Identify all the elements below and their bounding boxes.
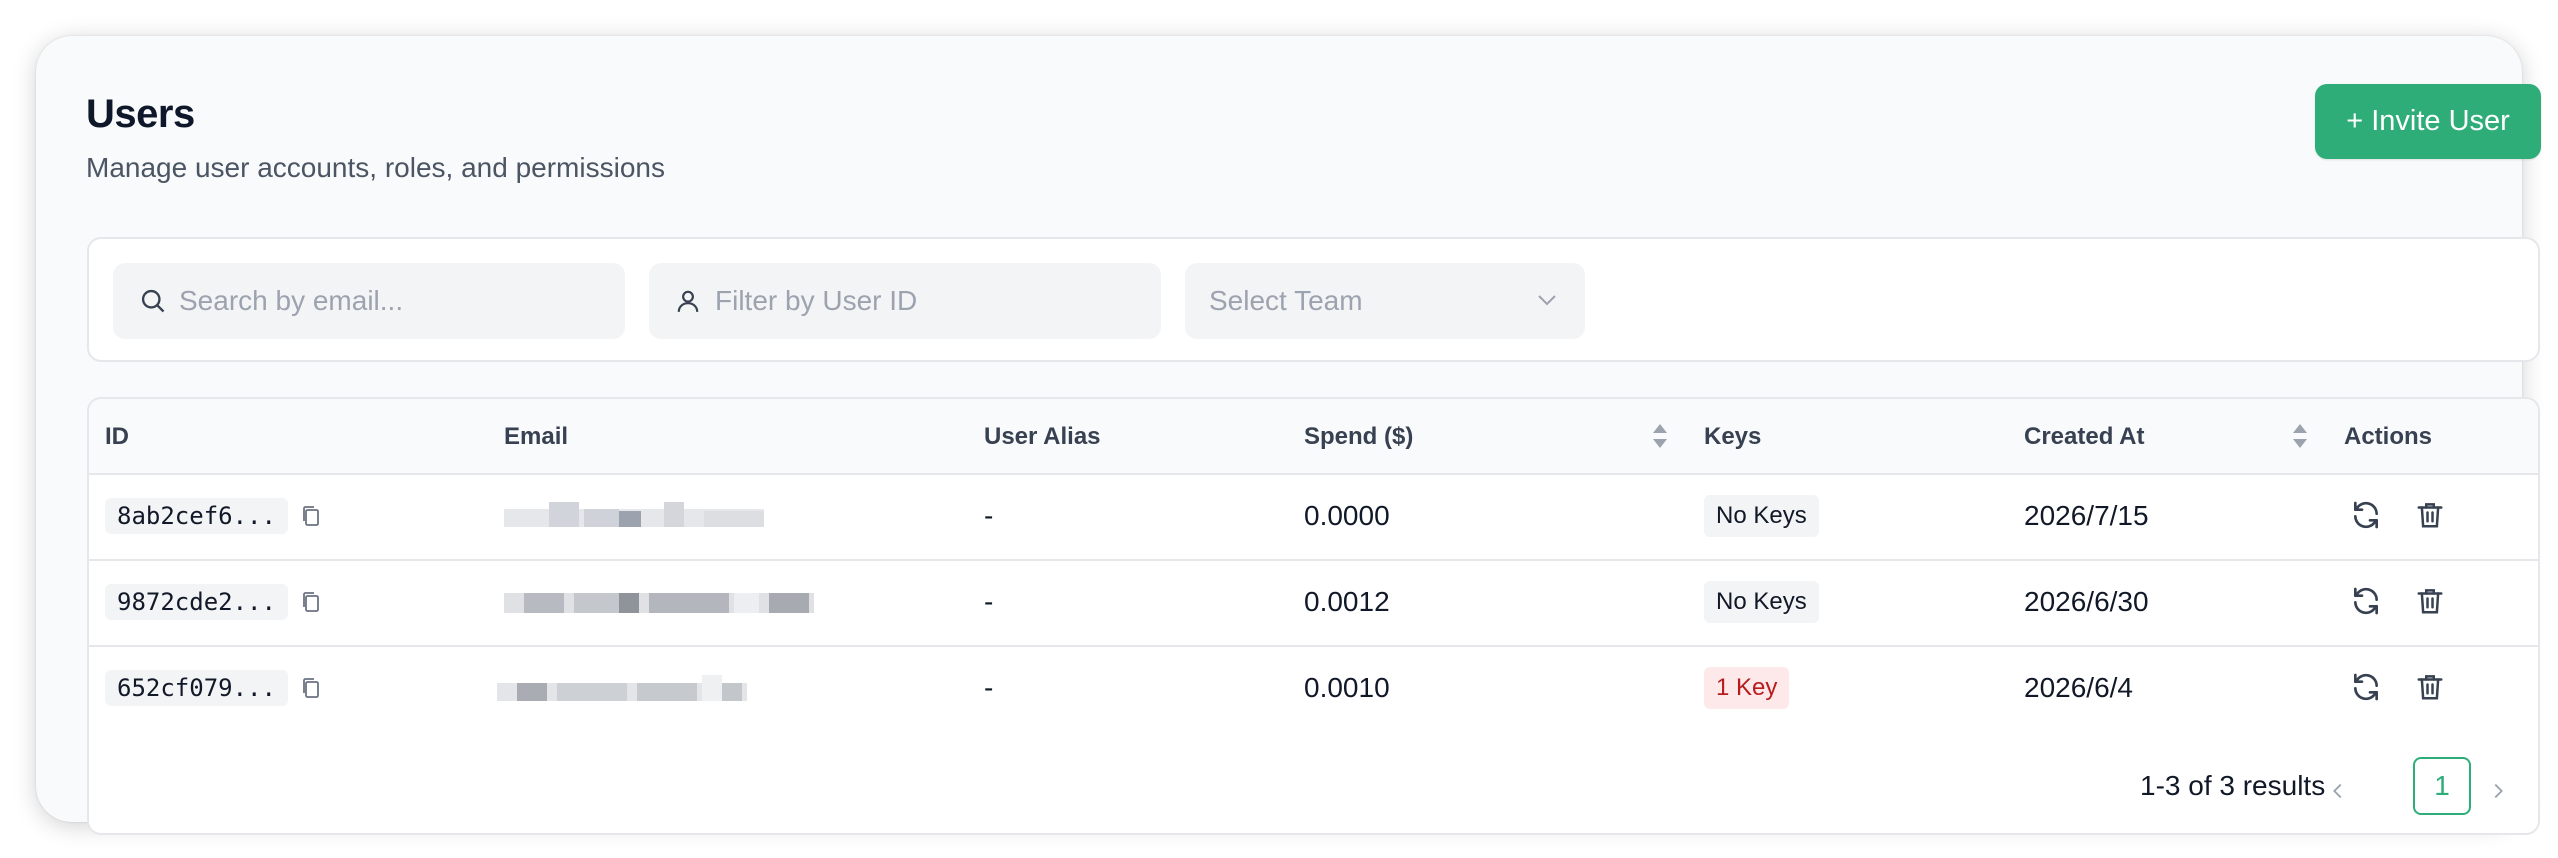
email-cell-redacted bbox=[504, 559, 814, 645]
trash-icon[interactable] bbox=[2412, 669, 2448, 705]
user-id-tag: 9872cde2... bbox=[105, 584, 288, 620]
team-select[interactable]: Select Team bbox=[1185, 263, 1585, 339]
keys-badge: No Keys bbox=[1704, 581, 1819, 623]
team-select-placeholder: Select Team bbox=[1209, 285, 1363, 316]
invite-user-button[interactable]: + Invite User bbox=[2315, 84, 2541, 159]
table-row: 652cf079... - 0.0010 1 Key 2026/6/4 bbox=[89, 645, 2538, 731]
column-header-actions: Actions bbox=[2344, 423, 2433, 450]
pagination-summary: 1-3 of 3 results bbox=[2140, 770, 2326, 801]
copy-icon[interactable] bbox=[300, 504, 322, 528]
column-header-id: ID bbox=[105, 423, 129, 450]
copy-icon[interactable] bbox=[300, 590, 322, 614]
user-icon bbox=[675, 286, 705, 316]
column-header-user-alias: User Alias bbox=[984, 423, 1101, 450]
page-title: Users bbox=[86, 92, 195, 136]
alias-cell: - bbox=[984, 672, 994, 703]
created-at-cell: 2026/7/15 bbox=[2024, 500, 2149, 531]
keys-badge: 1 Key bbox=[1704, 667, 1790, 709]
chevron-right-icon[interactable] bbox=[2483, 776, 2513, 806]
table-header: ID Email User Alias Spend ($) Keys Creat… bbox=[89, 399, 2538, 475]
page-1-button[interactable]: 1 bbox=[2413, 757, 2471, 815]
search-icon bbox=[139, 286, 169, 316]
refresh-icon[interactable] bbox=[2348, 669, 2384, 705]
email-cell-redacted bbox=[497, 645, 747, 731]
trash-icon[interactable] bbox=[2412, 583, 2448, 619]
users-panel: Users Manage user accounts, roles, and p… bbox=[36, 36, 2541, 835]
table-row: 8ab2cef6... - 0.0000 No Keys 2026/7/15 bbox=[89, 473, 2538, 561]
email-cell-redacted bbox=[504, 473, 764, 559]
sort-icon[interactable] bbox=[1650, 421, 1670, 456]
filter-bar: Search by email... Filter by User ID Sel… bbox=[87, 237, 2540, 362]
user-id-tag: 652cf079... bbox=[105, 670, 288, 706]
created-at-cell: 2026/6/30 bbox=[2024, 586, 2149, 617]
spend-cell: 0.0010 bbox=[1304, 672, 1390, 703]
page-subtitle: Manage user accounts, roles, and permiss… bbox=[86, 152, 665, 183]
column-header-created-at[interactable]: Created At bbox=[2024, 423, 2144, 451]
table-row: 9872cde2... - 0.0012 No Keys 2026/6/30 bbox=[89, 559, 2538, 647]
spend-cell: 0.0000 bbox=[1304, 500, 1390, 531]
column-header-keys: Keys bbox=[1704, 423, 1762, 450]
trash-icon[interactable] bbox=[2412, 497, 2448, 533]
created-at-cell: 2026/6/4 bbox=[2024, 672, 2133, 703]
column-header-email: Email bbox=[504, 423, 569, 450]
spend-cell: 0.0012 bbox=[1304, 586, 1390, 617]
user-id-placeholder: Filter by User ID bbox=[715, 285, 918, 316]
alias-cell: - bbox=[984, 586, 994, 617]
sort-icon[interactable] bbox=[2290, 421, 2310, 456]
keys-badge: No Keys bbox=[1704, 495, 1819, 537]
search-email-placeholder: Search by email... bbox=[179, 285, 404, 316]
chevron-left-icon[interactable] bbox=[2323, 776, 2353, 806]
user-id-tag: 8ab2cef6... bbox=[105, 498, 288, 534]
search-email-input[interactable]: Search by email... bbox=[113, 263, 625, 339]
chevron-down-icon bbox=[1535, 287, 1559, 319]
column-header-spend[interactable]: Spend ($) bbox=[1304, 423, 1413, 451]
alias-cell: - bbox=[984, 500, 994, 531]
user-id-filter-input[interactable]: Filter by User ID bbox=[649, 263, 1161, 339]
refresh-icon[interactable] bbox=[2348, 583, 2384, 619]
refresh-icon[interactable] bbox=[2348, 497, 2384, 533]
copy-icon[interactable] bbox=[300, 676, 322, 700]
